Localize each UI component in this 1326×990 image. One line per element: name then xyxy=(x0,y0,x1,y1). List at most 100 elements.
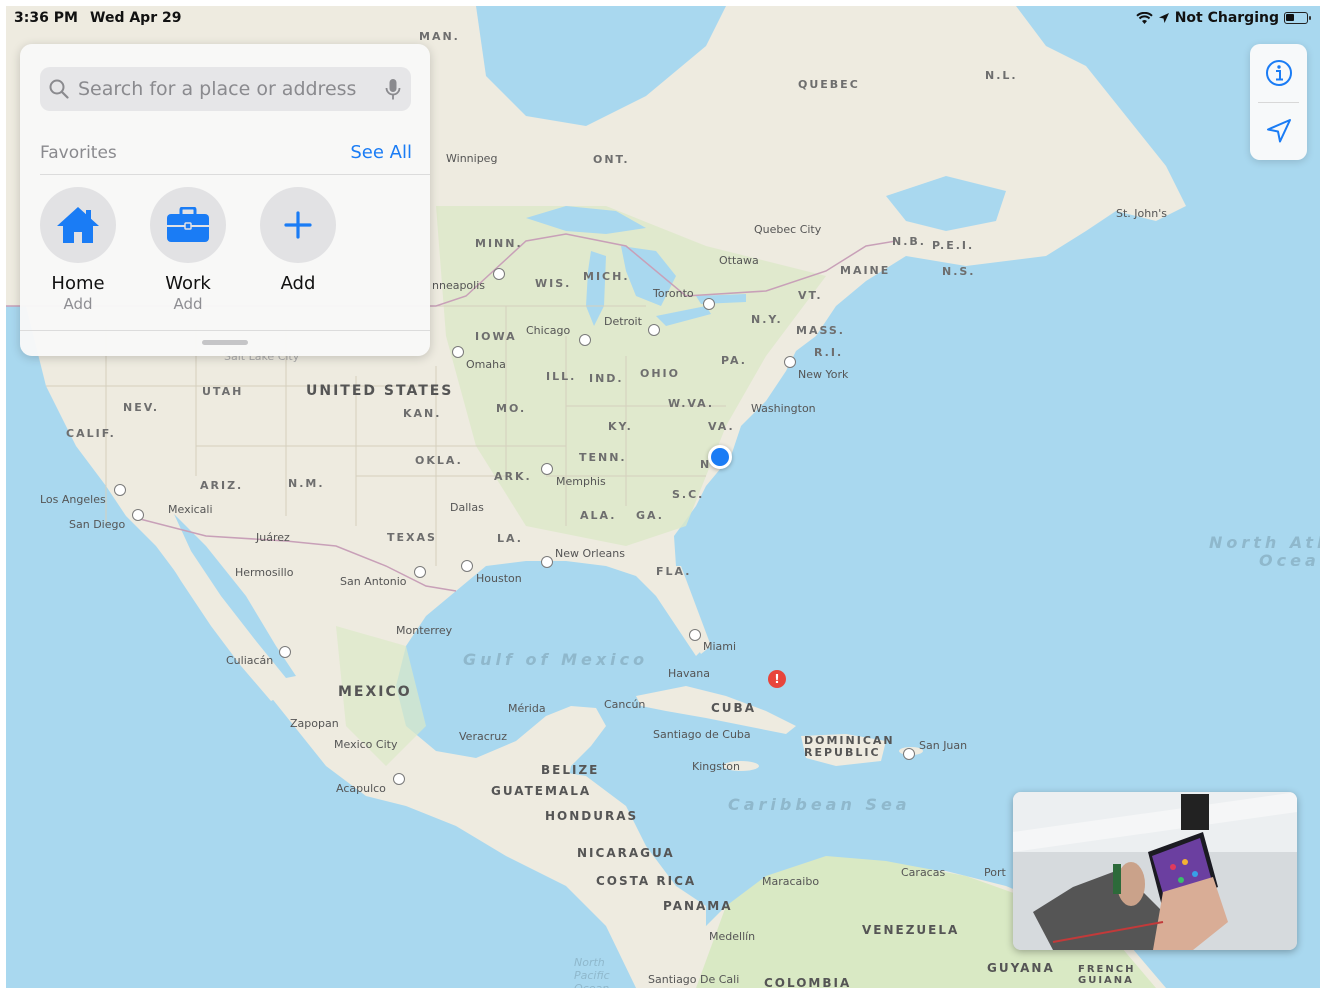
city-mexico-city: Mexico City xyxy=(334,738,398,751)
city-kingston: Kingston xyxy=(692,760,740,773)
label-vt: VT. xyxy=(798,289,823,302)
city-san-antonio: San Antonio xyxy=(340,575,407,588)
city-new-orleans: New Orleans xyxy=(555,547,625,560)
locate-me-button[interactable] xyxy=(1250,102,1307,160)
label-va: VA. xyxy=(708,420,735,433)
label-mich: MICH. xyxy=(583,270,630,283)
picture-in-picture-video[interactable] xyxy=(1013,792,1297,950)
label-french-guiana: FRENCH GUIANA xyxy=(1078,964,1136,986)
city-veracruz: Veracruz xyxy=(459,730,508,743)
city-san-diego: San Diego xyxy=(69,518,126,531)
city-zapopan: Zapopan xyxy=(290,717,339,730)
label-venezuela: VENEZUELA xyxy=(862,923,960,937)
favorite-work[interactable]: Work Add xyxy=(148,187,228,313)
favorite-home-label: Home xyxy=(51,273,105,294)
city-hermosillo: Hermosillo xyxy=(235,566,294,579)
city-toronto: Toronto xyxy=(653,287,694,300)
city-dot-los-angeles xyxy=(114,484,126,496)
label-okla: OKLA. xyxy=(415,454,463,467)
city-port: Port xyxy=(984,866,1006,879)
label-pa: PA. xyxy=(721,354,747,367)
label-ga: GA. xyxy=(636,509,664,522)
favorite-add-label: Add xyxy=(280,273,316,294)
microphone-icon[interactable] xyxy=(385,78,401,101)
label-minn: MINN. xyxy=(475,237,523,250)
label-utah: UTAH xyxy=(202,385,244,398)
favorite-add[interactable]: Add xyxy=(258,187,338,294)
sea-north-pacific: North Pacific Ocean xyxy=(574,956,610,988)
city-santiago-de-cali: Santiago De Cali xyxy=(648,973,740,986)
map-controls xyxy=(1250,44,1307,160)
search-input[interactable] xyxy=(78,78,368,100)
user-location-dot[interactable] xyxy=(708,445,732,469)
label-nm: N.M. xyxy=(288,477,325,490)
label-nicaragua: NICARAGUA xyxy=(577,846,675,860)
maps-screen[interactable]: UNITED STATES MEXICO CUBA DOMINICAN REPU… xyxy=(6,6,1320,988)
city-san-juan: San Juan xyxy=(919,739,968,752)
search-icon xyxy=(40,79,78,99)
label-wis: WIS. xyxy=(535,277,572,290)
label-mexico: MEXICO xyxy=(338,684,412,700)
map-pin-icon[interactable]: ! xyxy=(768,670,786,688)
label-ohio: OHIO xyxy=(640,367,681,380)
city-quebec-city: Quebec City xyxy=(754,223,822,236)
city-maracaibo: Maracaibo xyxy=(762,875,820,888)
sea-north-atlantic-2: Ocea xyxy=(1259,551,1320,570)
favorites-title: Favorites xyxy=(40,143,117,163)
label-ky: KY. xyxy=(608,420,633,433)
favorite-home[interactable]: Home Add xyxy=(38,187,118,313)
search-field[interactable] xyxy=(40,67,411,111)
city-havana: Havana xyxy=(668,667,710,680)
city-winnipeg: Winnipeg xyxy=(446,152,498,165)
city-dot-miami xyxy=(689,629,701,641)
city-dot-san-diego xyxy=(132,509,144,521)
label-nl: N.L. xyxy=(985,69,1018,82)
status-date: Wed Apr 29 xyxy=(90,10,182,26)
label-mass: MASS. xyxy=(796,324,845,337)
label-man: MAN. xyxy=(419,30,460,43)
label-guatemala: GUATEMALA xyxy=(491,784,592,798)
city-dot-san-juan xyxy=(903,748,915,760)
briefcase-icon xyxy=(150,187,226,263)
city-cancun: Cancún xyxy=(604,698,646,711)
city-dallas: Dallas xyxy=(450,501,484,514)
city-santiago-de-cuba: Santiago de Cuba xyxy=(653,728,751,741)
city-chicago: Chicago xyxy=(526,324,571,337)
plus-icon xyxy=(260,187,336,263)
label-ny: N.Y. xyxy=(751,313,783,326)
label-united-states: UNITED STATES xyxy=(306,383,454,399)
search-card[interactable]: Favorites See All Home Add xyxy=(20,44,430,356)
label-honduras: HONDURAS xyxy=(545,809,639,823)
label-ont: ONT. xyxy=(593,153,630,166)
label-nev: NEV. xyxy=(123,401,159,414)
label-dominican-republic: DOMINICAN REPUBLIC xyxy=(804,734,895,759)
city-dot-culiacan xyxy=(279,646,291,658)
info-button[interactable] xyxy=(1250,44,1307,102)
charging-status: Not Charging xyxy=(1174,10,1279,26)
city-detroit: Detroit xyxy=(604,315,642,328)
city-st-johns: St. John's xyxy=(1116,207,1167,220)
label-nb: N.B. xyxy=(892,235,926,248)
city-medellin: Medellín xyxy=(709,930,756,943)
label-mo: MO. xyxy=(496,402,527,415)
home-icon xyxy=(40,187,116,263)
favorites-divider xyxy=(40,174,430,175)
label-kan: KAN. xyxy=(403,407,442,420)
wifi-icon xyxy=(1136,11,1153,24)
label-la: LA. xyxy=(497,532,523,545)
label-calif: CALIF. xyxy=(66,427,116,440)
favorite-work-label: Work xyxy=(165,273,211,294)
label-ns: N.S. xyxy=(942,265,976,278)
label-costa-rica: COSTA RICA xyxy=(596,874,697,888)
location-services-icon xyxy=(1158,13,1169,23)
city-ottawa: Ottawa xyxy=(719,254,759,267)
location-arrow-icon xyxy=(1266,119,1291,143)
city-dot-acapulco xyxy=(393,773,405,785)
battery-icon xyxy=(1284,12,1311,24)
drag-handle[interactable] xyxy=(202,340,248,345)
label-ind: IND. xyxy=(589,372,624,385)
city-mexicali: Mexicali xyxy=(168,503,213,516)
label-ariz: ARIZ. xyxy=(200,479,244,492)
see-all-link[interactable]: See All xyxy=(350,142,412,163)
city-dot-detroit xyxy=(648,324,660,336)
